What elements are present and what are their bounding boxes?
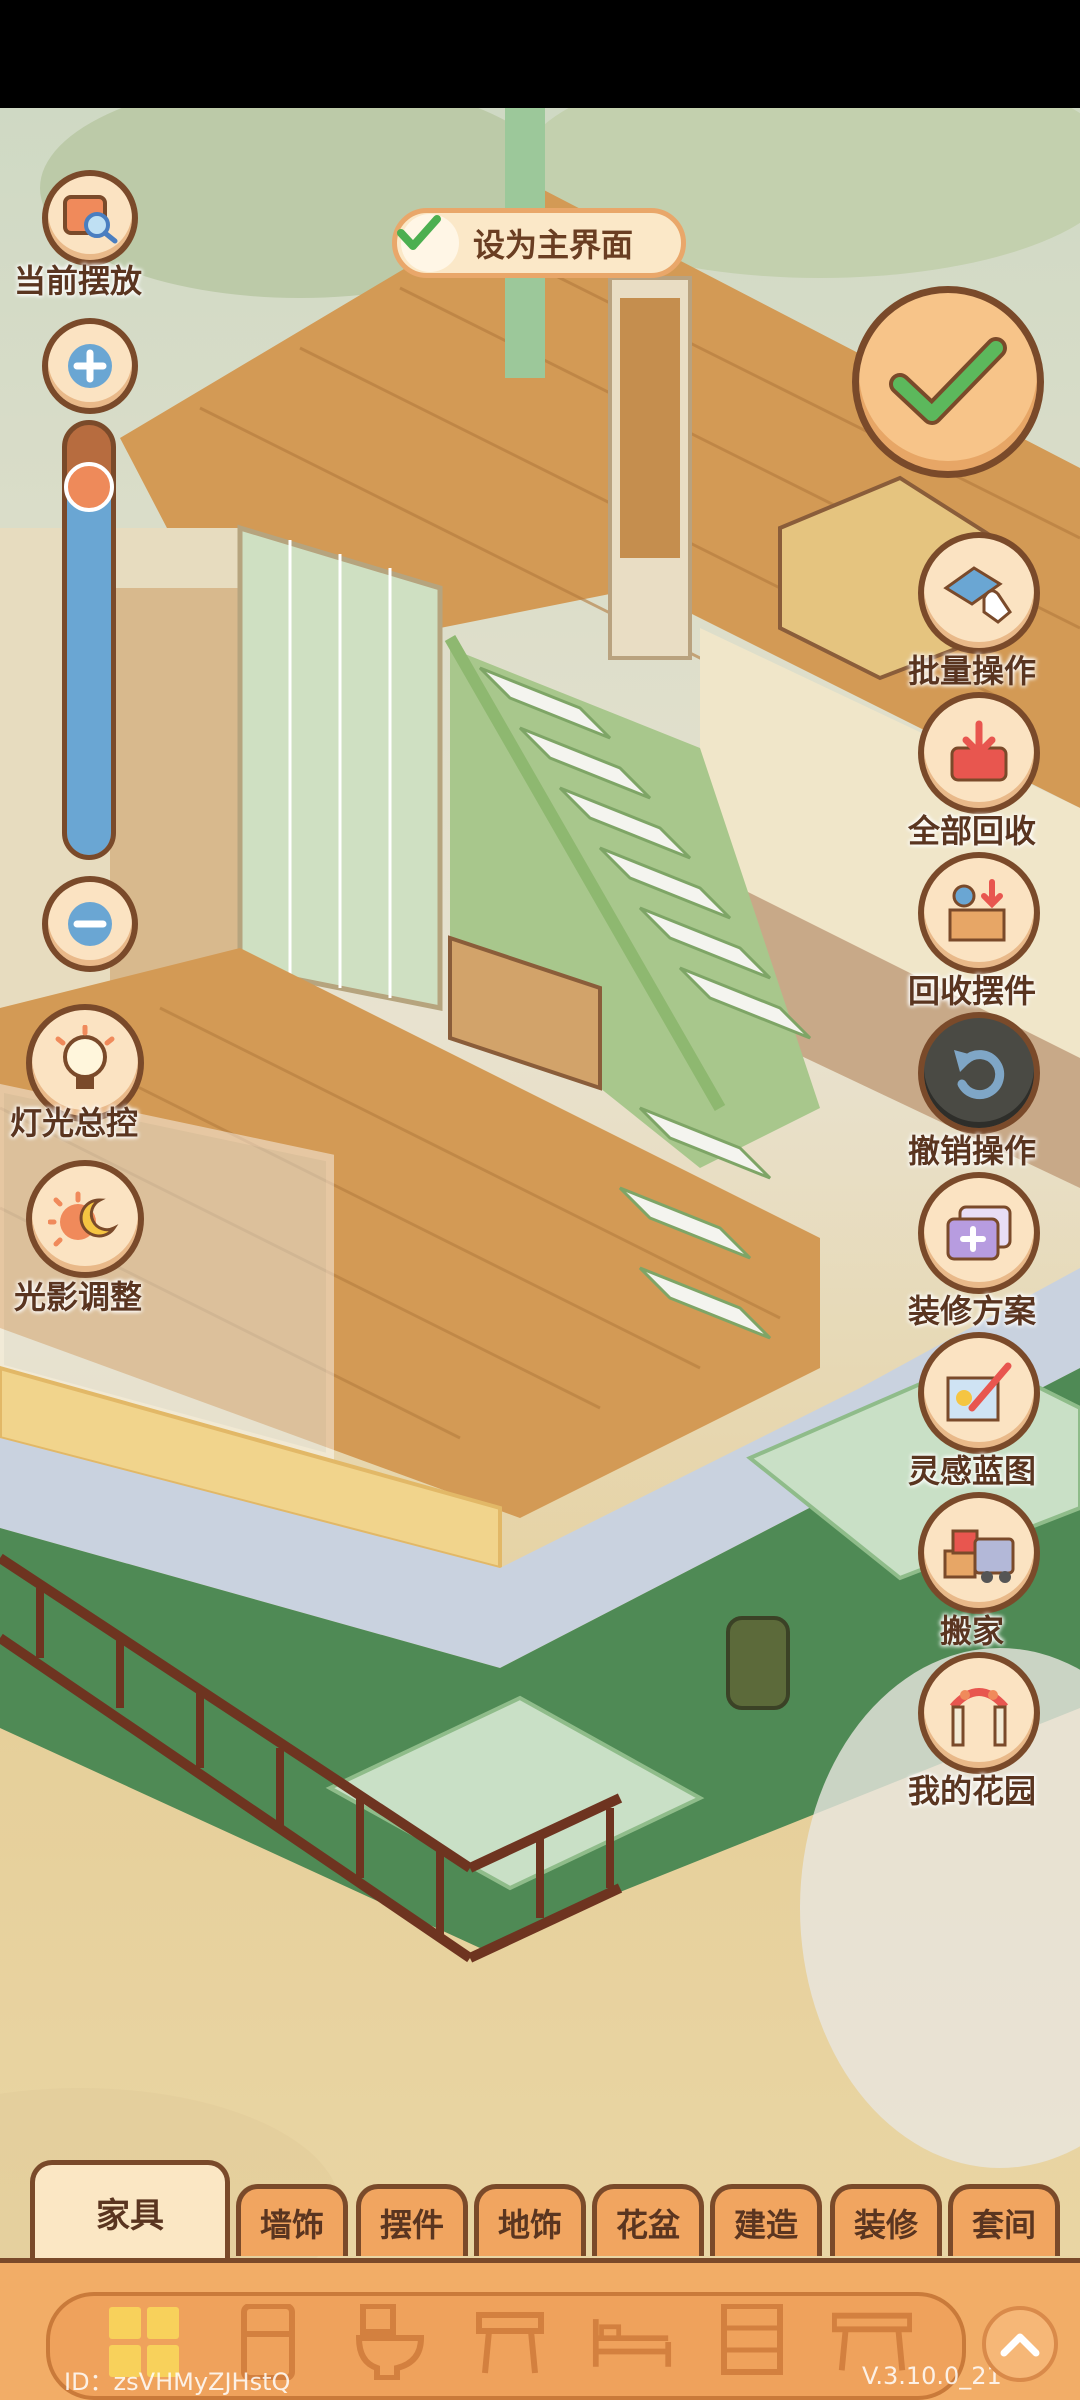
undo-label: 撤销操作	[908, 1132, 1037, 1170]
recycle-all-button[interactable]	[918, 692, 1040, 814]
check-icon	[397, 214, 459, 272]
magnify-list-icon	[63, 195, 118, 244]
toilet-category-icon[interactable]	[350, 2302, 430, 2382]
light-bulb-icon	[55, 1025, 115, 1089]
recycle-decor-label: 回收摆件	[908, 972, 1037, 1010]
my-garden-button[interactable]	[918, 1652, 1040, 1774]
shadow-adjust-label: 光影调整	[14, 1278, 143, 1316]
zoom-fill	[67, 479, 111, 855]
bed-category-icon[interactable]	[592, 2302, 672, 2382]
tab-2[interactable]: 摆件	[356, 2184, 468, 2256]
expand-tray-button[interactable]	[982, 2306, 1058, 2382]
current-placement-button[interactable]	[42, 170, 138, 266]
category-tabs: 家具 墙饰 摆件 地饰 花盆 建造 装修 套间	[30, 2160, 1060, 2270]
renovation-plan-icon	[946, 1205, 1012, 1261]
version-label: V.3.10.0_21	[862, 2362, 1002, 2390]
status-bar	[0, 0, 1080, 108]
garden-gate-icon	[949, 1688, 1009, 1747]
player-id: ID：zsVHMyZJHstQ	[64, 2368, 291, 2396]
zoom-out-button[interactable]	[42, 876, 138, 972]
current-placement-label: 当前摆放	[14, 262, 143, 300]
batch-operation-button[interactable]	[918, 532, 1040, 654]
tab-3[interactable]: 地饰	[474, 2184, 586, 2256]
shadow-adjust-button[interactable]	[26, 1160, 144, 1278]
sun-moon-icon	[48, 1191, 119, 1247]
minus-icon	[68, 902, 112, 946]
cabinet-category-icon[interactable]	[712, 2302, 792, 2382]
tab-6[interactable]: 装修	[830, 2184, 942, 2256]
stool-category-icon[interactable]	[470, 2302, 550, 2382]
batch-hand-icon	[943, 566, 1012, 624]
set-home-button[interactable]: 设为主界面	[392, 208, 686, 278]
my-garden-label: 我的花园	[908, 1772, 1037, 1810]
recycle-decor-button[interactable]	[918, 852, 1040, 974]
recycle-all-label: 全部回收	[908, 812, 1037, 850]
moving-truck-icon	[943, 1529, 1015, 1583]
tab-4[interactable]: 花盆	[592, 2184, 704, 2256]
blueprint-icon	[946, 1362, 1012, 1422]
undo-icon	[954, 1050, 1005, 1100]
undo-button[interactable]	[918, 1012, 1040, 1134]
renovation-plan-label: 装修方案	[908, 1292, 1037, 1330]
recycle-decor-icon	[948, 879, 1006, 942]
chevron-up-icon	[1000, 2333, 1040, 2357]
set-home-label: 设为主界面	[473, 226, 634, 264]
zoom-in-button[interactable]	[42, 318, 138, 414]
blueprint-label: 灵感蓝图	[908, 1452, 1037, 1490]
plus-icon	[68, 344, 112, 388]
recycle-all-icon	[950, 720, 1008, 782]
tab-0[interactable]: 家具	[30, 2160, 230, 2260]
batch-operation-label: 批量操作	[908, 652, 1037, 690]
confirm-button[interactable]	[852, 286, 1044, 478]
zoom-thumb[interactable]	[64, 462, 114, 512]
light-control-label: 灯光总控	[10, 1104, 139, 1142]
moving-label: 搬家	[940, 1612, 1005, 1650]
tab-1[interactable]: 墙饰	[236, 2184, 348, 2256]
check-icon	[889, 337, 1007, 425]
tab-7[interactable]: 套间	[948, 2184, 1060, 2256]
tab-5[interactable]: 建造	[710, 2184, 822, 2256]
renovation-plan-button[interactable]	[918, 1172, 1040, 1294]
moving-button[interactable]	[918, 1492, 1040, 1614]
blueprint-button[interactable]	[918, 1332, 1040, 1454]
